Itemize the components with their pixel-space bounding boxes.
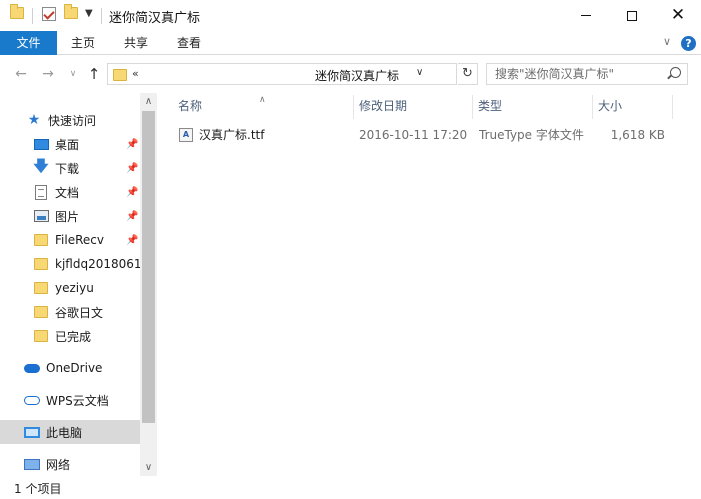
picture-icon <box>33 208 49 224</box>
file-size: 1,618 KB <box>610 128 665 142</box>
document-icon <box>33 184 49 200</box>
nav-label: 快速访问 <box>48 113 97 128</box>
pin-icon: 📌 <box>126 210 139 222</box>
up-arrow-icon[interactable]: ↑ <box>85 65 103 83</box>
table-row[interactable]: A 汉真广标.ttf 2016-10-11 17:20 TrueType 字体文… <box>160 124 701 146</box>
nav-label: yeziyu <box>55 281 94 295</box>
nav-label: 此电脑 <box>46 425 83 440</box>
font-file-icon: A <box>179 128 193 142</box>
address-dropdown-chevron-icon[interactable]: ∨ <box>416 67 423 78</box>
wps-cloud-icon <box>24 392 40 408</box>
help-icon[interactable]: ? <box>681 36 696 51</box>
search-input[interactable] <box>487 64 663 84</box>
title-bar: ▼ 迷你简汉真广标 ✕ <box>0 0 701 31</box>
column-header-size[interactable]: 大小 <box>580 93 660 119</box>
star-icon: ★ <box>27 112 41 128</box>
column-header-name[interactable]: ∧ 名称 <box>160 93 353 119</box>
column-header-type[interactable]: 类型 <box>460 93 592 119</box>
customize-toolbar-dropdown-icon[interactable]: ▼ <box>85 8 93 19</box>
file-list: ∧ 名称 修改日期 类型 大小 A 汉真广标.ttf 2016-10-11 17… <box>160 93 701 476</box>
maximize-icon <box>627 10 637 21</box>
scroll-thumb[interactable] <box>142 111 155 423</box>
new-folder-icon[interactable] <box>64 4 78 19</box>
nav-item-wps-cloud[interactable]: WPS云文档 <box>0 388 140 412</box>
nav-item-yeziyu[interactable]: yeziyu <box>0 276 140 300</box>
folder-icon <box>33 304 49 320</box>
forward-arrow-icon[interactable]: → <box>39 65 57 83</box>
nav-label: OneDrive <box>46 361 103 375</box>
nav-item-pictures[interactable]: 图片 📌 <box>0 204 140 228</box>
tab-share[interactable]: 共享 <box>113 31 159 55</box>
navigation-pane: ★ 快速访问 桌面 📌 🡇 下载 📌 文档 📌 图片 📌 FileRecv 📌 … <box>0 93 158 476</box>
network-icon <box>24 456 40 472</box>
status-bar: 1 个项目 <box>0 477 701 499</box>
nav-label: 已完成 <box>55 329 92 344</box>
onedrive-cloud-icon <box>24 360 40 376</box>
minimize-button[interactable] <box>563 0 609 31</box>
column-header-date[interactable]: 修改日期 <box>341 93 473 119</box>
scroll-up-chevron-icon[interactable]: ∧ <box>140 93 157 110</box>
nav-item-documents[interactable]: 文档 📌 <box>0 180 140 204</box>
nav-item-this-pc[interactable]: 此电脑 <box>0 420 140 444</box>
folder-icon <box>113 69 127 81</box>
nav-item-completed[interactable]: 已完成 <box>0 324 140 348</box>
download-icon: 🡇 <box>33 156 49 175</box>
maximize-button[interactable] <box>609 0 655 31</box>
refresh-icon[interactable]: ↻ <box>458 63 478 85</box>
nav-item-quick-access[interactable]: ★ 快速访问 <box>0 108 140 132</box>
desktop-icon <box>33 136 49 152</box>
close-button[interactable]: ✕ <box>655 0 701 31</box>
properties-check-icon[interactable] <box>42 7 56 21</box>
search-icon[interactable] <box>670 67 681 78</box>
column-divider[interactable] <box>672 95 673 119</box>
tab-file[interactable]: 文件 <box>0 31 57 55</box>
nav-item-downloads[interactable]: 🡇 下载 📌 <box>0 156 140 180</box>
nav-item-desktop[interactable]: 桌面 📌 <box>0 132 140 156</box>
recent-locations-chevron-icon[interactable]: ∨ <box>64 65 82 83</box>
tab-view[interactable]: 查看 <box>166 31 212 55</box>
pin-icon: 📌 <box>126 186 139 198</box>
item-count: 1 个项目 <box>14 482 62 496</box>
computer-icon <box>24 424 40 440</box>
search-box[interactable] <box>486 63 688 85</box>
nav-item-kjfldq[interactable]: kjfldq20180619 <box>0 252 140 276</box>
file-date: 2016-10-11 17:20 <box>359 128 468 142</box>
tab-home[interactable]: 主页 <box>60 31 106 55</box>
divider <box>101 8 102 24</box>
ribbon-tabs: 文件 主页 共享 查看 ∨ ? <box>0 31 701 55</box>
address-bar[interactable]: « 迷你简汉真广标 ∨ <box>107 63 457 85</box>
folder-icon[interactable] <box>10 4 24 19</box>
file-name: 汉真广标.ttf <box>199 128 265 142</box>
folder-icon <box>33 232 49 248</box>
nav-item-network[interactable]: 网络 <box>0 452 140 476</box>
breadcrumb-overflow[interactable]: « <box>132 67 139 80</box>
file-type: TrueType 字体文件 <box>479 128 584 142</box>
nav-item-filerecv[interactable]: FileRecv 📌 <box>0 228 140 252</box>
close-icon: ✕ <box>670 5 686 25</box>
nav-label: 网络 <box>46 457 71 472</box>
sort-ascending-icon: ∧ <box>259 95 266 105</box>
minimize-icon <box>581 15 591 16</box>
folder-icon <box>33 328 49 344</box>
nav-label: 谷歌日文 <box>55 305 104 320</box>
nav-item-google-japanese[interactable]: 谷歌日文 <box>0 300 140 324</box>
pin-icon: 📌 <box>126 234 139 246</box>
back-arrow-icon[interactable]: ← <box>12 65 30 83</box>
folder-icon <box>33 280 49 296</box>
breadcrumb-current[interactable]: 迷你简汉真广标 <box>315 67 399 84</box>
scroll-down-chevron-icon[interactable]: ∨ <box>140 459 157 476</box>
pin-icon: 📌 <box>126 162 139 174</box>
folder-icon <box>33 256 49 272</box>
window-title: 迷你简汉真广标 <box>109 11 201 26</box>
nav-item-onedrive[interactable]: OneDrive <box>0 356 140 380</box>
address-row: ← → ∨ ↑ « 迷你简汉真广标 ∨ ↻ <box>0 56 701 92</box>
nav-label: WPS云文档 <box>46 393 109 408</box>
nav-scrollbar[interactable]: ∧ ∨ <box>140 93 157 476</box>
divider <box>32 8 33 24</box>
pin-icon: 📌 <box>126 138 139 150</box>
nav-label: kjfldq20180619 <box>55 257 140 271</box>
expand-ribbon-chevron-icon[interactable]: ∨ <box>663 35 671 48</box>
column-label: 名称 <box>178 99 203 113</box>
